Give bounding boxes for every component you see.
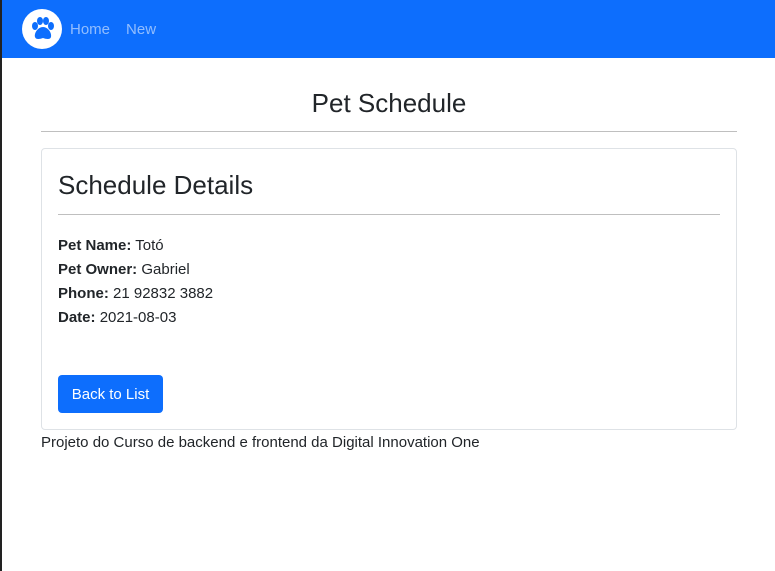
nav-link-new[interactable]: New [126,21,156,38]
brand-logo[interactable] [22,9,62,49]
details-list: Pet Name: Totó Pet Owner: Gabriel Phone:… [58,234,213,330]
paw-icon [32,17,54,39]
card-divider [58,214,720,215]
detail-label: Pet Owner: [58,261,138,278]
detail-row-date: Date: 2021-08-03 [58,306,213,330]
detail-value: Gabriel [141,261,190,278]
detail-value: 2021-08-03 [99,309,177,326]
page-title: Pet Schedule [311,88,467,118]
detail-value: Totó [135,237,164,254]
detail-row-pet-owner: Pet Owner: Gabriel [58,258,213,282]
schedule-details-card: Schedule Details Pet Name: Totó Pet Owne… [41,148,737,430]
detail-value: 21 92832 3882 [113,285,214,302]
title-divider [41,131,737,132]
main-container: Pet Schedule Schedule Details Pet Name: … [41,58,737,430]
nav-link-home[interactable]: Home [70,21,110,38]
back-to-list-button[interactable]: Back to List [58,375,163,413]
detail-label: Date: [58,309,96,326]
footer-text: Projeto do Curso de backend e frontend d… [41,434,480,451]
detail-label: Phone: [58,285,109,302]
card-title: Schedule Details [58,170,254,200]
detail-row-phone: Phone: 21 92832 3882 [58,282,213,306]
navbar: Home New [2,0,775,58]
detail-label: Pet Name: [58,237,132,254]
detail-row-pet-name: Pet Name: Totó [58,234,213,258]
